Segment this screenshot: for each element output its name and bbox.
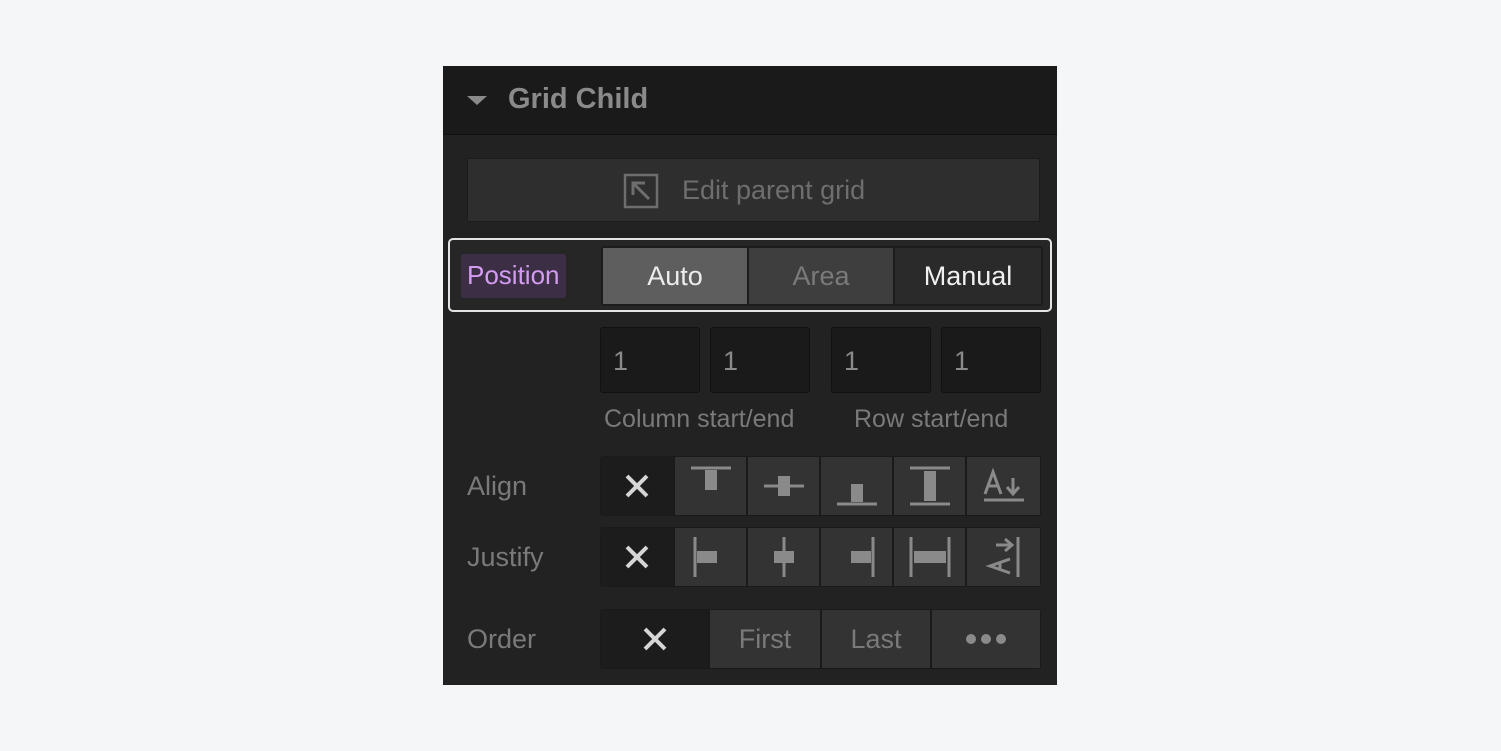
align-baseline-icon: [983, 467, 1024, 502]
collapse-caret-icon[interactable]: [467, 96, 487, 105]
justify-center-icon: [773, 537, 794, 577]
align-baseline-button[interactable]: [967, 457, 1040, 515]
close-icon: [625, 545, 649, 569]
edit-parent-grid-label: Edit parent grid: [682, 175, 866, 205]
order-last-button[interactable]: Last: [822, 610, 930, 668]
order-button-group: First Last: [600, 609, 1041, 669]
justify-start-icon: [693, 537, 717, 577]
more-dots-icon: [966, 634, 1006, 644]
justify-stretch-button[interactable]: [894, 528, 965, 586]
order-first-button[interactable]: First: [710, 610, 820, 668]
justify-none-button[interactable]: [601, 528, 673, 586]
align-start-button[interactable]: [675, 457, 746, 515]
row-start-end-label: Row start/end: [854, 405, 1009, 433]
order-more-button[interactable]: [932, 610, 1040, 668]
column-end-input[interactable]: 1: [710, 327, 810, 393]
justify-baseline-button[interactable]: [967, 528, 1040, 586]
justify-label: Justify: [467, 542, 544, 572]
align-center-button[interactable]: [748, 457, 819, 515]
justify-baseline-icon: [984, 537, 1019, 577]
order-none-button[interactable]: [601, 610, 708, 668]
align-button-group: [600, 456, 1041, 516]
justify-end-icon: [850, 537, 874, 577]
align-end-icon: [836, 484, 877, 506]
row-start-input[interactable]: 1: [831, 327, 931, 393]
align-stretch-icon: [909, 466, 950, 506]
justify-center-button[interactable]: [748, 528, 819, 586]
close-icon: [643, 627, 666, 651]
close-icon: [625, 474, 649, 498]
section-header[interactable]: Grid Child: [443, 66, 1057, 135]
row-end-input[interactable]: 1: [941, 327, 1041, 393]
position-segmented-control: Auto Area Manual: [601, 246, 1043, 306]
position-manual-button[interactable]: Manual: [895, 248, 1041, 304]
column-start-end-label: Column start/end: [604, 405, 795, 433]
justify-button-group: [600, 527, 1041, 587]
column-start-input[interactable]: 1: [600, 327, 700, 393]
align-label: Align: [467, 471, 528, 501]
position-area-button[interactable]: Area: [749, 248, 893, 304]
justify-stretch-icon: [909, 537, 950, 577]
align-center-icon: [763, 476, 804, 496]
edit-parent-grid-button[interactable]: Edit parent grid: [467, 158, 1040, 222]
position-auto-button[interactable]: Auto: [603, 248, 747, 304]
align-stretch-button[interactable]: [894, 457, 965, 515]
select-parent-icon: [623, 173, 659, 209]
justify-start-button[interactable]: [675, 528, 746, 586]
order-first-label: First: [738, 623, 792, 654]
section-title: Grid Child: [508, 83, 649, 115]
justify-end-button[interactable]: [821, 528, 892, 586]
order-last-label: Last: [850, 623, 902, 654]
align-none-button[interactable]: [601, 457, 673, 515]
order-label: Order: [467, 624, 537, 654]
align-end-button[interactable]: [821, 457, 892, 515]
position-label[interactable]: Position: [461, 254, 566, 298]
position-row: Position Auto Area Manual: [448, 238, 1052, 312]
grid-child-panel: Grid Child Edit parent grid Position Aut…: [443, 66, 1057, 685]
align-start-icon: [690, 466, 731, 490]
